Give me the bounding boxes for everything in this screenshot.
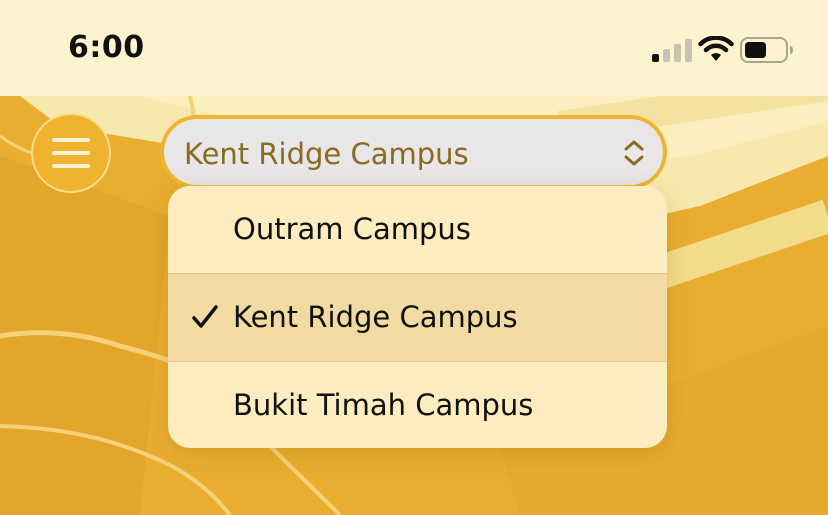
campus-dropdown-menu: Outram Campus Kent Ridge Campus Bukit Ti… — [168, 186, 667, 448]
wifi-icon — [698, 36, 734, 61]
status-bar: 6:00 — [0, 0, 828, 96]
dropdown-option-outram[interactable]: Outram Campus — [168, 186, 667, 273]
status-time: 6:00 — [68, 30, 145, 65]
dropdown-option-kent-ridge[interactable]: Kent Ridge Campus — [168, 274, 667, 361]
menu-button[interactable] — [33, 115, 109, 191]
battery-icon — [740, 37, 793, 63]
dropdown-option-bukit-timah[interactable]: Bukit Timah Campus — [168, 362, 667, 448]
dropdown-option-label: Bukit Timah Campus — [233, 388, 534, 422]
campus-picker-value: Kent Ridge Campus — [184, 137, 469, 171]
hamburger-menu-icon — [52, 138, 90, 168]
campus-picker-field[interactable]: Kent Ridge Campus — [164, 119, 663, 185]
checkmark-icon — [192, 305, 218, 328]
dropdown-option-label: Kent Ridge Campus — [233, 300, 518, 334]
dropdown-option-label: Outram Campus — [233, 212, 471, 246]
chevron-up-down-icon — [624, 140, 644, 166]
campus-picker[interactable]: Kent Ridge Campus — [160, 115, 667, 189]
cellular-signal-icon — [652, 39, 692, 62]
